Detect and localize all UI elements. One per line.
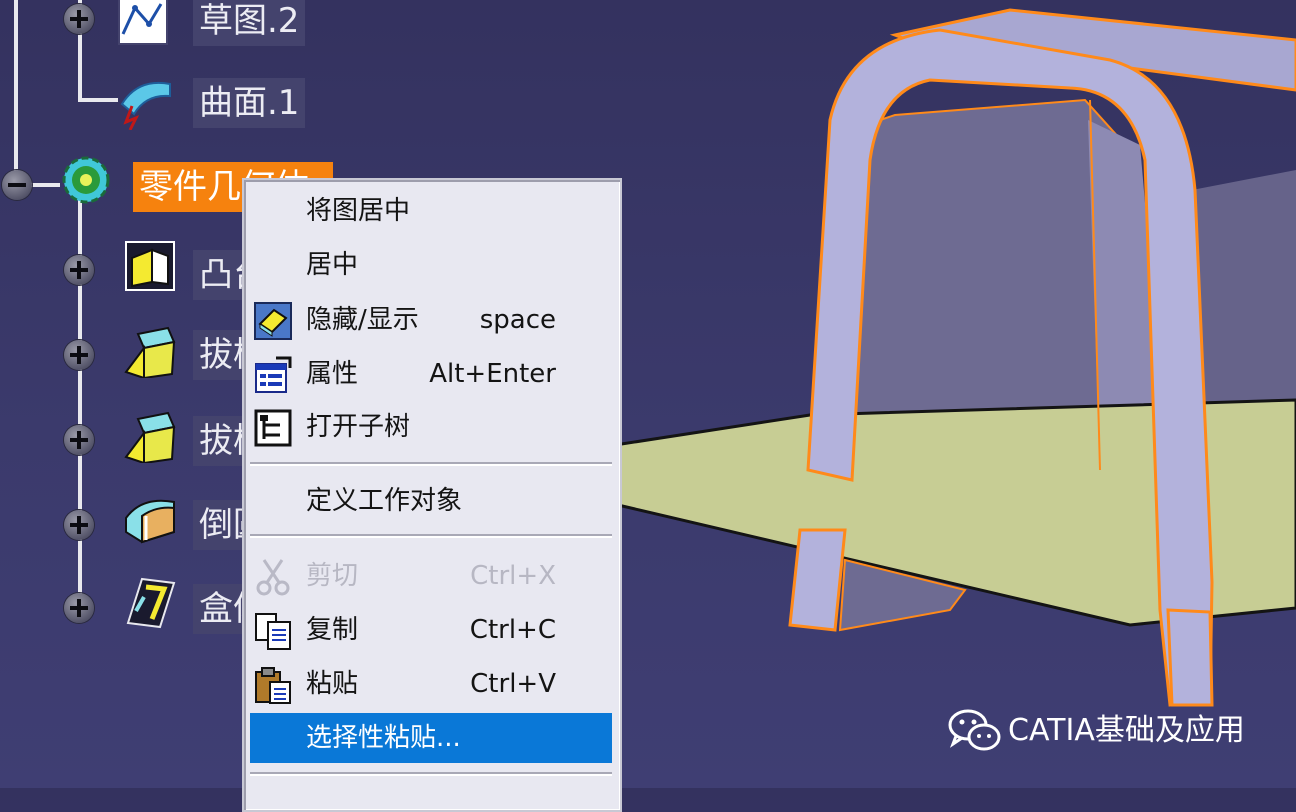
- menu-separator: [250, 772, 612, 776]
- menu-item-shortcut: Ctrl+V: [470, 669, 556, 699]
- 3d-model[interactable]: [613, 8, 1296, 707]
- menu-item-label: 定义工作对象: [306, 486, 463, 516]
- tree-branch-line: [78, 98, 118, 102]
- menu-separator: [250, 462, 612, 466]
- menu-item-paste-special[interactable]: 选择性粘贴...: [250, 713, 612, 763]
- tree-branch-line: [30, 183, 60, 187]
- menu-item-label: 居中: [306, 250, 359, 280]
- sketch-icon: [118, 0, 168, 45]
- tree-expand-button[interactable]: [64, 425, 94, 455]
- scissors-icon: [256, 559, 290, 596]
- tree-collapse-button[interactable]: [2, 170, 32, 200]
- menu-separator: [250, 534, 612, 538]
- menu-item-define-in-work-object[interactable]: 定义工作对象: [250, 476, 612, 526]
- properties-icon: [255, 356, 292, 393]
- tree-expand-button[interactable]: [64, 4, 94, 34]
- shell-icon: [126, 577, 176, 629]
- draft-icon: [124, 411, 176, 463]
- menu-item-copy[interactable]: 复制 Ctrl+C: [250, 605, 612, 655]
- menu-item-label: 剪切: [306, 561, 359, 591]
- context-menu: 将图居中 居中 隐藏/显示 space 属性 Alt+Enter 打开子树 定义…: [242, 178, 622, 812]
- wechat-icon: [948, 709, 1001, 751]
- watermark-text: CATIA基础及应用: [1008, 713, 1245, 748]
- menu-item-open-subtree[interactable]: 打开子树: [250, 402, 612, 452]
- menu-item-shortcut: space: [479, 305, 556, 335]
- surface-icon: [120, 82, 171, 130]
- menu-item-cut[interactable]: 剪切 Ctrl+X: [250, 551, 612, 601]
- pad-icon: [125, 241, 175, 291]
- menu-item-label: 属性: [306, 359, 359, 389]
- menu-item-shortcut: Alt+Enter: [429, 359, 556, 389]
- hide-show-icon: [254, 302, 292, 340]
- menu-item-label: 复制: [306, 615, 359, 645]
- menu-item-properties[interactable]: 属性 Alt+Enter: [250, 349, 612, 399]
- menu-item-shortcut: Ctrl+C: [469, 615, 556, 645]
- menu-item-label: 选择性粘贴...: [306, 723, 461, 753]
- menu-item-center-graph[interactable]: 将图居中: [250, 186, 612, 236]
- menu-item-paste[interactable]: 粘贴 Ctrl+V: [250, 659, 612, 709]
- edge-fillet-icon: [125, 499, 175, 544]
- part-body-gear-icon: [62, 156, 110, 204]
- model-right-leg: [1166, 608, 1214, 707]
- tree-expand-button[interactable]: [64, 340, 94, 370]
- menu-item-label: 粘贴: [306, 669, 359, 699]
- menu-item-label: 打开子树: [306, 412, 411, 442]
- menu-item-label: 隐藏/显示: [306, 305, 419, 335]
- tree-expand-button[interactable]: [64, 255, 94, 285]
- paste-icon: [255, 667, 291, 704]
- tree-node-sketch-2[interactable]: 草图.2: [193, 0, 306, 46]
- menu-item-center[interactable]: 居中: [250, 240, 612, 290]
- tree-expand-button[interactable]: [64, 593, 94, 623]
- draft-icon: [124, 326, 176, 378]
- menu-item-hide-show[interactable]: 隐藏/显示 space: [250, 295, 612, 345]
- copy-icon: [255, 613, 291, 650]
- open-subtree-icon: [254, 409, 292, 447]
- tree-expand-button[interactable]: [64, 510, 94, 540]
- model-left-leg: [788, 528, 847, 632]
- menu-item-label: 将图居中: [306, 196, 411, 226]
- menu-item-shortcut: Ctrl+X: [470, 561, 556, 591]
- tree-trunk-line: [14, 0, 18, 185]
- tree-node-surface-1[interactable]: 曲面.1: [193, 78, 306, 128]
